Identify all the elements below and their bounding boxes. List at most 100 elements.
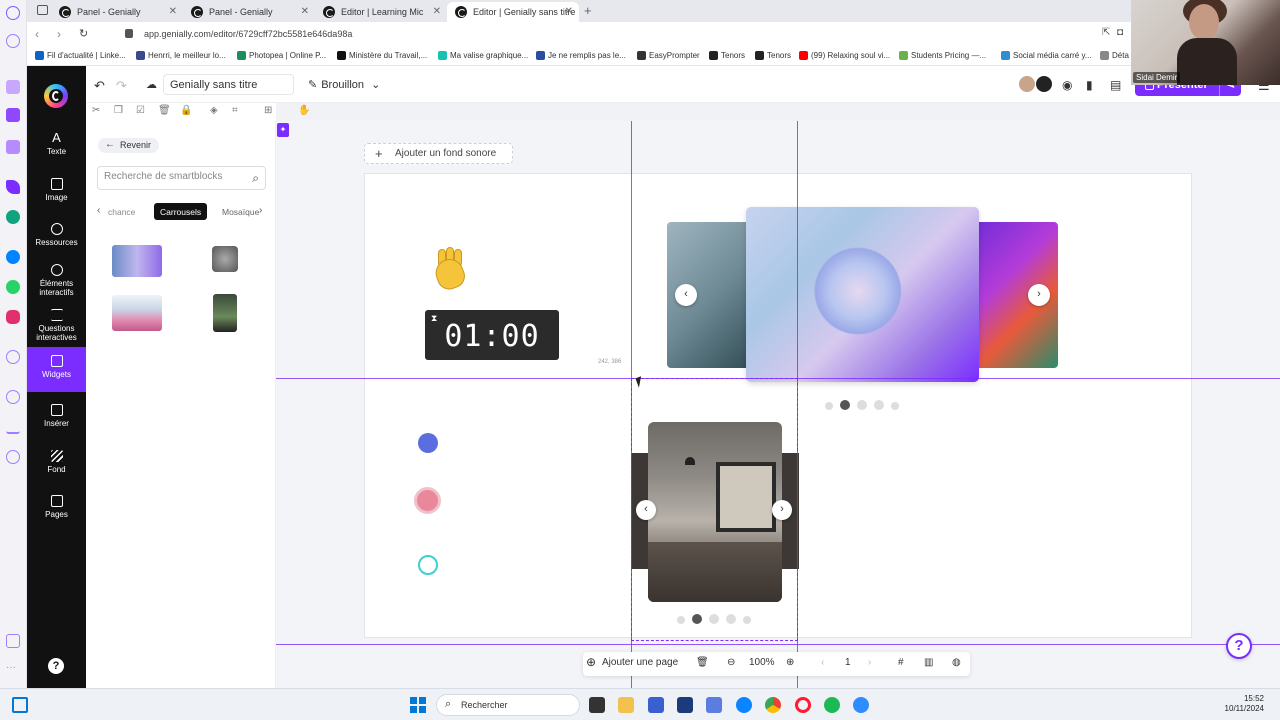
opera-icon[interactable] [795,697,811,713]
url-field[interactable]: app.genially.com/editor/6729cff72bc5581e… [144,29,352,39]
delete-icon[interactable]: 🗑 [158,105,171,116]
pagination-dot[interactable] [891,402,899,410]
task-view-icon[interactable] [589,697,605,713]
bookmark-item[interactable]: Tenors [755,51,791,60]
player-icon[interactable] [6,350,20,364]
carousel-thumbnail[interactable] [112,295,162,331]
system-clock[interactable]: 15:52 10/11/2024 [1222,694,1264,714]
windows-start-icon[interactable] [410,697,426,713]
select-icon[interactable]: ☑ [136,105,145,116]
pagination-dot[interactable] [857,400,867,410]
search-input[interactable] [104,171,239,182]
carousel-slide-main[interactable] [746,207,979,382]
close-tab-icon[interactable]: ✕ [565,6,573,17]
widgets-icon[interactable] [12,697,28,713]
add-sound-button[interactable]: + Ajouter un fond sonore [364,143,513,164]
office-app-icon[interactable] [648,697,664,713]
chrome-icon[interactable] [765,697,781,713]
zoom-icon[interactable] [853,697,869,713]
more-icon[interactable]: ··· [6,663,20,678]
help-icon[interactable]: ? [48,658,64,674]
whatsapp-icon[interactable] [6,280,20,294]
rail-item-background[interactable]: Fond [27,446,86,490]
back-button[interactable]: ← Revenir [98,138,160,153]
calendar-icon[interactable] [6,140,20,154]
close-tab-icon[interactable]: ✕ [301,6,309,17]
blue-dot[interactable] [418,433,438,453]
pin-icon[interactable]: ✦ [277,123,289,137]
chatgpt-icon[interactable] [6,210,20,224]
zoom-in-icon[interactable]: ⊕ [786,657,794,668]
carousel-pagination[interactable] [825,399,906,413]
collaborators[interactable] [1018,75,1054,96]
workspace-icon[interactable] [37,5,48,15]
close-tab-icon[interactable]: ✕ [433,6,441,17]
hand-icon[interactable]: ✋ [298,105,310,116]
bookmark-item[interactable]: Ministère du Travail,... [337,51,427,60]
rail-item-pages[interactable]: Pages [27,491,86,535]
shopping-icon[interactable] [6,80,20,94]
lock-object-icon[interactable]: 🔒 [180,105,192,116]
cloud-app-icon[interactable] [736,697,752,713]
pagination-dot[interactable] [825,402,833,410]
layout-icon[interactable]: ▥ [924,657,933,668]
rail-item-insert[interactable]: Insérer [27,400,86,444]
tab-editor-learning[interactable]: Editor | Learning Micro-Co ✕ [315,2,447,22]
tab-panel-2[interactable]: Panel - Genially ✕ [183,2,315,22]
pagination-dot[interactable] [840,400,850,410]
rail-item-interactive-elements[interactable]: Éléments interactifs [27,260,86,304]
grid-icon[interactable]: # [898,657,904,668]
next-page-icon[interactable]: › [868,657,871,668]
stats-icon[interactable]: ▮ [1086,78,1093,92]
chevron-right-icon[interactable]: › [259,205,262,216]
delete-page-icon[interactable]: 🗑 [696,657,709,668]
bookmark-item[interactable]: Je ne remplis pas le... [536,51,626,60]
group-icon[interactable]: ⊞ [264,105,272,116]
project-title-field[interactable]: Genially sans titre [163,74,294,95]
copy-icon[interactable]: ❐ [114,105,123,116]
tab-carrousels[interactable]: Carrousels [154,203,208,220]
cut-icon[interactable]: ✂ [92,105,100,116]
help-button[interactable]: ? [1226,633,1252,659]
instagram-icon[interactable] [6,310,20,324]
bookmark-item[interactable]: Ma valise graphique... [438,51,528,60]
downloads-icon[interactable] [6,420,20,434]
carousel-thumbnail[interactable] [213,294,237,332]
carousel-next-button[interactable]: › [1028,284,1050,306]
palette-icon[interactable]: ◍ [952,657,961,668]
bookmark-item[interactable]: Déta [1100,51,1129,60]
tab-editor-active[interactable]: Editor | Genially sans titre ✕ [447,2,579,22]
messenger-icon[interactable] [6,250,20,264]
store-icon[interactable] [677,697,693,713]
preview-eye-icon[interactable]: ◉ [1062,78,1072,92]
carousel-thumbnail[interactable] [112,245,162,277]
redo-icon[interactable]: ↷ [116,78,127,94]
page-number[interactable]: 1 [845,657,851,668]
forward-icon[interactable]: › [57,27,61,41]
rail-item-interactive-questions[interactable]: Questions interactives [27,305,86,349]
reload-icon[interactable]: ↻ [79,27,88,40]
share-page-icon[interactable]: ⇱ [1102,27,1110,38]
bookmark-item[interactable]: Tenors [709,51,745,60]
bookmark-item[interactable]: Photopea | Online P... [237,51,326,60]
carousel-thumbnail[interactable] [212,246,238,272]
opera-logo-icon[interactable] [6,6,20,20]
ai-icon[interactable] [6,34,20,48]
bookmark-item[interactable]: Students Pricing —... [899,51,986,60]
bookmark-item[interactable]: Fil d'actualité | Linke... [35,51,126,60]
close-tab-icon[interactable]: ✕ [169,6,177,17]
tab-panel-1[interactable]: Panel - Genially ✕ [51,2,183,22]
twitch-icon[interactable] [6,108,20,122]
aria-icon[interactable] [6,180,20,194]
pagination-dot[interactable] [874,400,884,410]
add-page-icon[interactable]: ⊕ [586,655,596,669]
genially-logo-icon[interactable] [44,84,68,108]
document-icon[interactable]: ▤ [1110,78,1121,92]
zoom-out-icon[interactable]: ⊖ [727,657,735,668]
bookmark-item[interactable]: Social média carré y... [1001,51,1092,60]
carousel-prev-button[interactable]: ‹ [675,284,697,306]
zoom-level[interactable]: 100% [749,657,775,668]
bookmark-item[interactable]: Henrri, le meilleur lo... [136,51,226,60]
tab-chance[interactable]: chance [102,203,141,220]
countdown-timer[interactable]: ⧗ 01:00 [425,310,559,360]
